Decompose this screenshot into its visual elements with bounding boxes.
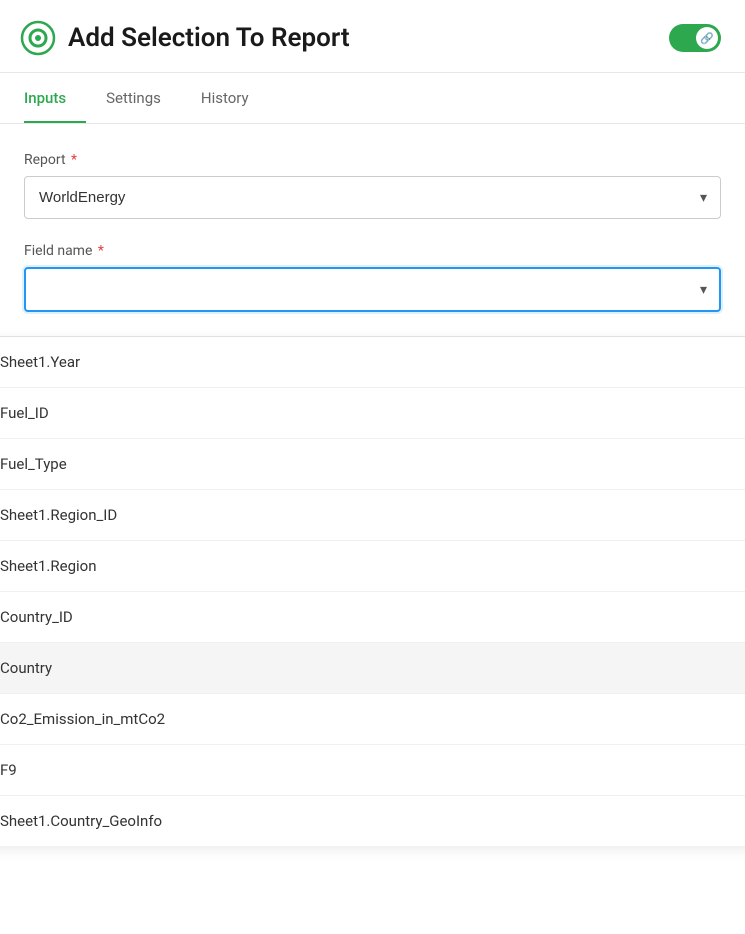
page-title: Add Selection To Report bbox=[68, 23, 350, 53]
dropdown-item-fuelid[interactable]: Fuel_ID bbox=[0, 388, 745, 439]
toggle-container[interactable]: 🔗 bbox=[669, 24, 721, 52]
field-name-select-wrapper: ▾ bbox=[24, 267, 721, 312]
tab-history[interactable]: History bbox=[201, 73, 269, 123]
report-select-wrapper: WorldEnergy ▾ bbox=[24, 176, 721, 219]
field-name-select[interactable] bbox=[24, 267, 721, 312]
app-logo-icon bbox=[20, 20, 56, 56]
link-icon: 🔗 bbox=[700, 32, 714, 45]
report-label: Report * bbox=[24, 152, 721, 168]
dropdown-items: Sheet1.Year Fuel_ID Fuel_Type Sheet1.Reg… bbox=[0, 337, 745, 846]
dropdown-item-sheet1year[interactable]: Sheet1.Year bbox=[0, 337, 745, 388]
dropdown-item-co2emission[interactable]: Co2_Emission_in_mtCo2 bbox=[0, 694, 745, 745]
dropdown-item-sheet1regionid[interactable]: Sheet1.Region_ID bbox=[0, 490, 745, 541]
dropdown-list: Sheet1.Year Fuel_ID Fuel_Type Sheet1.Reg… bbox=[0, 336, 745, 846]
tab-settings[interactable]: Settings bbox=[106, 73, 181, 123]
dropdown-item-f9[interactable]: F9 bbox=[0, 745, 745, 796]
tab-bar: Inputs Settings History bbox=[0, 73, 745, 124]
dropdown-scroll-container: Sheet1.Year Fuel_ID Fuel_Type Sheet1.Reg… bbox=[0, 337, 745, 846]
report-select[interactable]: WorldEnergy bbox=[24, 176, 721, 219]
dropdown-item-sheet1countrygeoinfo[interactable]: Sheet1.Country_GeoInfo bbox=[0, 796, 745, 846]
header-left: Add Selection To Report bbox=[20, 20, 350, 56]
dropdown-item-fueltype[interactable]: Fuel_Type bbox=[0, 439, 745, 490]
tab-inputs[interactable]: Inputs bbox=[24, 73, 86, 123]
report-required-marker: * bbox=[68, 152, 78, 168]
link-toggle[interactable]: 🔗 bbox=[669, 24, 721, 52]
page-header: Add Selection To Report 🔗 bbox=[0, 0, 745, 73]
toggle-knob: 🔗 bbox=[696, 27, 718, 49]
field-name-required-marker: * bbox=[94, 243, 104, 259]
main-content: Report * WorldEnergy ▾ Field name * ▾ bbox=[0, 124, 745, 312]
dropdown-item-country[interactable]: Country bbox=[0, 643, 745, 694]
dropdown-item-sheet1region[interactable]: Sheet1.Region bbox=[0, 541, 745, 592]
dropdown-item-countryid[interactable]: Country_ID bbox=[0, 592, 745, 643]
field-name-label: Field name * bbox=[24, 243, 721, 259]
